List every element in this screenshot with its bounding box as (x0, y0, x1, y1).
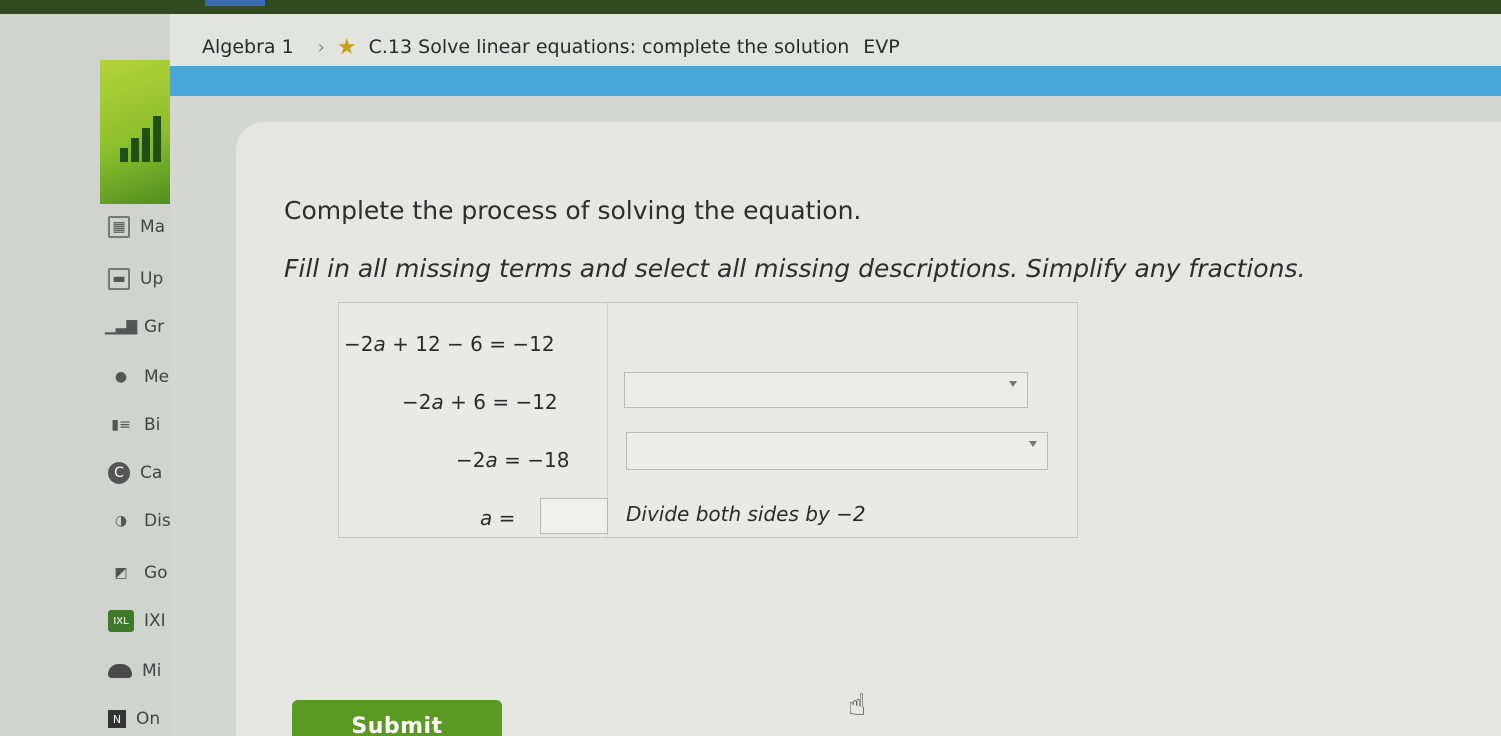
description-select-row-3[interactable] (626, 432, 1048, 470)
sidebar-item-on[interactable]: N On (108, 704, 160, 734)
top-strip-accent (205, 0, 265, 6)
question-prompt: Complete the process of solving the equa… (284, 196, 862, 225)
chevron-right-icon: › (317, 36, 325, 58)
operator: + (392, 332, 409, 356)
constant: 12 (415, 332, 441, 356)
sidebar-item-mi[interactable]: Mi (108, 656, 161, 686)
document-icon: ▬ (108, 268, 130, 290)
star-icon: ★ (336, 34, 357, 60)
equals: = (492, 390, 510, 414)
sidebar-item-label: Ma (140, 217, 166, 237)
sidebar-item-label: Go (144, 563, 168, 583)
variable: a (431, 390, 444, 414)
rhs: −12 (512, 332, 555, 356)
rhs: −18 (527, 448, 570, 472)
equals: = (489, 332, 507, 356)
constant: 6 (473, 390, 486, 414)
sidebar-item-ca[interactable]: C Ca (108, 458, 162, 488)
chart-icon: ▁▃▇ (104, 319, 138, 335)
sidebar-item-ma[interactable]: ▦ Ma (108, 212, 165, 242)
operator: − (447, 332, 464, 356)
constant: 6 (470, 332, 483, 356)
onenote-icon: N (108, 710, 126, 728)
description-select-row-2[interactable] (624, 372, 1028, 408)
sidebar-item-bi[interactable]: ▮≡ Bi (108, 410, 160, 440)
hand-cursor-icon: ☝ (848, 688, 867, 723)
step-description: Divide both sides by −2 (626, 502, 866, 526)
top-strip (0, 0, 1501, 14)
equals: = (498, 506, 516, 530)
submit-button[interactable]: Submit (292, 700, 502, 736)
variable: a (480, 506, 493, 530)
sidebar-item-label: Gr (144, 317, 165, 337)
sidebar-item-ixl[interactable]: IXL IXI (108, 606, 166, 636)
big-ideas-icon: ▮≡ (111, 417, 131, 433)
sidebar-item-me[interactable]: ● Me (108, 362, 169, 392)
sidebar-item-go[interactable]: ◩ Go (108, 558, 168, 588)
equation-row-1: −2a + 12 − 6 = −12 (344, 332, 555, 356)
sidebar-item-label: On (136, 709, 161, 729)
equation-row-4: a = (480, 506, 515, 530)
logo-bars-icon (120, 114, 166, 162)
sidebar-item-label: Up (140, 269, 164, 289)
gallery-icon: ◩ (114, 565, 128, 581)
person-icon: ● (114, 369, 128, 385)
coef: −2 (402, 390, 432, 414)
ixl-icon: IXL (108, 610, 134, 632)
sidebar-item-label: Bi (144, 415, 161, 435)
sidebar-item-up[interactable]: ▬ Up (108, 264, 163, 294)
coef: −2 (344, 332, 374, 356)
breadcrumb-skill: C.13 Solve linear equations: complete th… (368, 36, 850, 58)
equals: = (504, 448, 521, 472)
accent-band (170, 66, 1501, 96)
sidebar-item-gr[interactable]: ▁▃▇ Gr (104, 312, 165, 342)
coef: −2 (456, 448, 486, 472)
sidebar-logo (100, 60, 170, 204)
equation-row-3: −2a = −18 (456, 448, 569, 472)
sidebar-item-label: Mi (142, 661, 162, 681)
sidebar-item-dis[interactable]: ◑ Dis (108, 506, 171, 536)
variable: a (373, 332, 386, 356)
sidebar-item-label: Me (144, 367, 170, 387)
breadcrumb-course[interactable]: Algebra 1 (202, 36, 294, 58)
sidebar-item-label: IXI (144, 611, 166, 631)
discover-icon: ◑ (114, 513, 128, 529)
chevron-down-icon (1009, 381, 1017, 387)
circle-c-icon: C (108, 462, 130, 484)
equation-row-2: −2a + 6 = −12 (402, 390, 558, 414)
chevron-down-icon (1029, 441, 1037, 447)
operator: + (450, 390, 467, 414)
variable: a (485, 448, 498, 472)
calculator-icon: ▦ (108, 216, 130, 238)
question-instruction: Fill in all missing terms and select all… (284, 254, 1306, 283)
skill-code: EVP (863, 36, 900, 58)
answer-input[interactable] (540, 498, 608, 534)
sidebar-item-label: Ca (140, 463, 163, 483)
cloud-icon (108, 664, 132, 678)
rhs: −12 (515, 390, 558, 414)
sidebar-item-label: Dis (144, 511, 171, 531)
